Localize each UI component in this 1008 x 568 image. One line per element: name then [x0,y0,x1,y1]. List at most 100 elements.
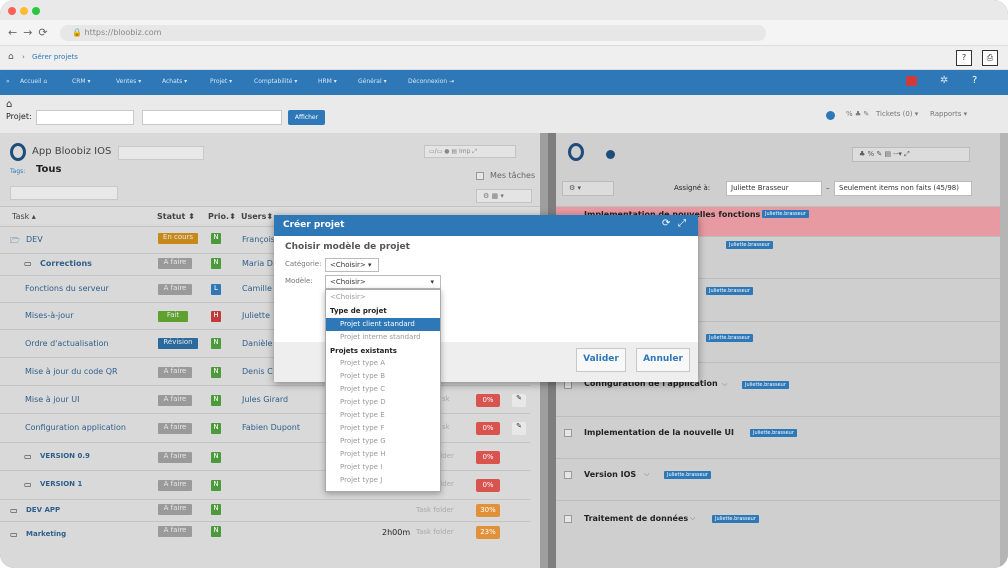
modele-select[interactable]: <Choisir> ▾ [325,275,441,289]
table-row[interactable]: Configuration application A faire N Fabi… [0,413,530,442]
info-icon[interactable] [606,150,615,159]
task-name[interactable]: Mises-à-jour [25,311,74,320]
col-statut[interactable]: Statut ⬍ [157,212,195,221]
table-row[interactable]: ▭ Marketing A faire N 2h00m Task folder … [0,521,530,547]
breadcrumb-link[interactable]: Gérer projets [32,53,78,61]
chevron-down-icon[interactable]: ⌵ [644,470,649,479]
dropdown-option[interactable]: Projet type C [326,383,440,396]
dropdown-option[interactable]: Projet type D [326,396,440,409]
app-title-input[interactable] [118,146,204,160]
annuler-button[interactable]: Annuler [636,348,690,372]
menu-item-ventes[interactable]: Ventes ▾ [116,78,141,85]
task-name[interactable]: Mise à jour UI [25,395,79,404]
task-name[interactable]: Mise à jour du code QR [25,367,118,376]
notification-icon[interactable] [906,76,917,86]
menu-item-hrm[interactable]: HRM ▾ [318,78,337,85]
home-icon[interactable]: ⌂ [8,52,14,62]
table-row[interactable]: ▭ DEV APP A faire N Task folder 30% [0,499,530,521]
table-row[interactable]: ▭ VERSION 1 A faire N older 0% [0,470,530,499]
dropdown-option[interactable]: Projet interne standard [326,331,440,344]
afficher-button[interactable]: Afficher [288,110,325,125]
chevron-down-icon[interactable]: ⌵ [690,514,695,523]
col-prio[interactable]: Prio.⬍ [208,212,236,221]
task-name[interactable]: DEV APP [26,506,60,514]
task-name[interactable]: Ordre d'actualisation [25,339,109,348]
valider-button[interactable]: Valider [576,348,626,372]
categorie-select[interactable]: <Choisir> ▾ [325,258,379,272]
close-window-icon[interactable] [8,7,16,15]
nav-arrows-icon[interactable]: ←→⟳ [8,26,54,39]
chevron-down-icon[interactable]: ⌵ [728,428,733,437]
browser-window: ←→⟳ 🔒 https://bloobiz.com ⌂ › Gérer proj… [0,0,1008,568]
dropdown-option[interactable]: Projet type E [326,409,440,422]
dropdown-option[interactable]: Projet type G [326,435,440,448]
item-checkbox[interactable] [564,515,572,523]
menu-item-general[interactable]: Général ▾ [358,78,387,85]
menu-item-accueil[interactable]: Accueil ⌂ [20,78,47,85]
mes-taches-checkbox[interactable] [476,172,484,180]
task-name[interactable]: VERSION 1 [40,480,82,488]
task-name[interactable]: VERSION 0.9 [40,452,90,460]
menu-toggle-icon[interactable]: » [6,78,10,85]
menu-item-achats[interactable]: Achats ▾ [162,78,187,85]
dropdown-option[interactable]: Projet type B [326,370,440,383]
info-icon[interactable] [826,111,835,120]
modal-subtitle: Choisir modèle de projet [285,242,410,252]
expand-icon[interactable]: ⤢ [678,218,686,229]
project-select[interactable] [142,110,282,125]
magic-wand-icon[interactable]: ✲ [940,75,948,86]
item-checkbox[interactable] [564,471,572,479]
status-badge: En cours [158,233,198,244]
chevron-down-icon[interactable]: ⌵ [722,380,727,389]
list-item[interactable]: Version IOS ⌵ Juliette.brasseur [556,458,1002,500]
task-name[interactable]: DEV [26,235,43,244]
list-item[interactable]: Traitement de données ⌵ Juliette.brasseu… [556,500,1002,540]
help-button[interactable]: ? [956,50,972,66]
col-task[interactable]: Task ▴ [12,212,36,221]
dropdown-option[interactable]: Projet type I [326,461,440,474]
menu-item-deconnexion[interactable]: Déconnexion ⇥ [408,78,454,85]
dropdown-option[interactable]: Projet type H [326,448,440,461]
detail-toolbar[interactable]: ♣ % ✎ ▤ --▾ ⤢ [852,147,970,162]
dropdown-option[interactable]: <Choisir> [326,291,440,304]
list-item[interactable]: Implementation de la nouvelle UI ⌵ Julie… [556,416,1002,458]
task-toolbar[interactable]: ▭/▭ ● ▤ Imp ⤢ [424,145,516,158]
menu-item-crm[interactable]: CRM ▾ [72,78,90,85]
edit-icon[interactable]: ✎ [512,422,526,435]
settings-dropdown[interactable]: ⚙ ▾ [562,181,614,196]
item-checkbox[interactable] [564,429,572,437]
progress-badge: 0% [476,451,500,464]
scrollbar[interactable] [1000,133,1008,568]
task-user: François [242,235,275,244]
item-checkbox[interactable] [564,381,572,389]
tickets-dropdown[interactable]: Tickets (0) ▾ [876,110,918,118]
task-search-input[interactable] [10,186,118,200]
maximize-window-icon[interactable] [32,7,40,15]
rapports-dropdown[interactable]: Rapports ▾ [930,110,967,118]
refresh-icon[interactable]: ⟳ [662,218,670,229]
menu-item-projet[interactable]: Projet ▾ [210,78,232,85]
tags-value[interactable]: Tous [36,164,61,175]
task-name[interactable]: Corrections [40,259,92,268]
minimize-window-icon[interactable] [20,7,28,15]
url-field[interactable]: 🔒 https://bloobiz.com [60,25,766,41]
dropdown-option-selected[interactable]: Projet client standard [326,318,440,331]
help-icon[interactable]: ? [972,75,977,86]
task-name[interactable]: Marketing [26,530,66,538]
table-row[interactable]: ▭ VERSION 0.9 A faire N older 0% [0,442,530,470]
col-users[interactable]: Users⬍ [241,212,273,221]
dropdown-option[interactable]: Projet type J [326,474,440,487]
toolbar-icons[interactable]: % ♣ ✎ [846,110,869,118]
task-name[interactable]: Fonctions du serveur [25,284,109,293]
task-name[interactable]: Configuration application [25,423,126,432]
dropdown-option[interactable]: Projet type A [326,357,440,370]
dropdown-option[interactable]: Projet type F [326,422,440,435]
table-row[interactable]: Mise à jour UI A faire N Jules Girard sk… [0,385,530,413]
print-icon[interactable]: ⎙ [982,50,998,66]
project-input[interactable] [36,110,134,125]
assigne-select[interactable]: Juliette Brasseur [726,181,822,196]
menu-item-comptabilite[interactable]: Comptabilité ▾ [254,78,297,85]
filter-select[interactable]: Seulement items non faits (45/98) [834,181,972,196]
view-toolbar[interactable]: ⚙ ▦ ▾ [476,189,532,203]
edit-icon[interactable]: ✎ [512,394,526,407]
